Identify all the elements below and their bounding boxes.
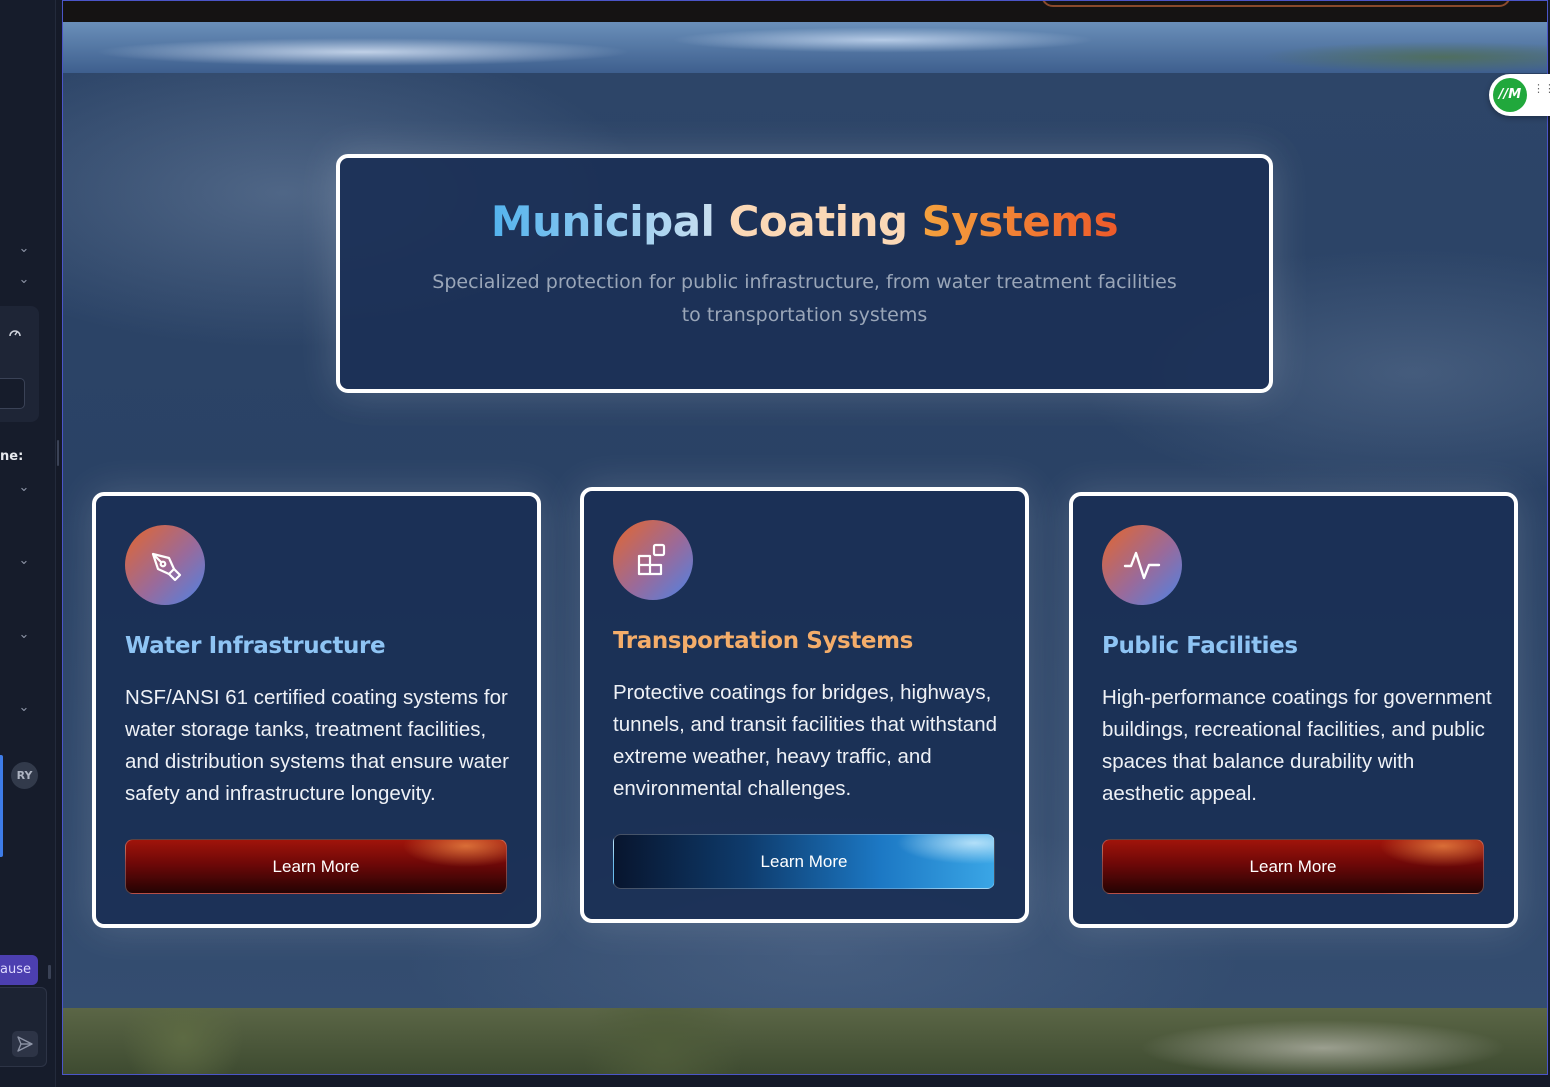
title-word-systems: Systems bbox=[921, 197, 1119, 246]
send-button[interactable] bbox=[12, 1031, 38, 1057]
card-description: High-performance coatings for government… bbox=[1102, 686, 1492, 805]
learn-more-button[interactable]: Learn More bbox=[125, 839, 507, 894]
card-icon-badge bbox=[1102, 525, 1182, 605]
title-word-coating: Coating bbox=[728, 197, 908, 246]
resize-handle[interactable] bbox=[57, 440, 59, 466]
editor-sidebar: ⌄ ⌄ ne: ⌄ ⌄ ⌄ ⌄ RY ause bbox=[0, 0, 56, 1087]
footer-image bbox=[63, 1008, 1547, 1074]
avatar[interactable]: RY bbox=[11, 762, 38, 789]
hero-image bbox=[63, 22, 1547, 73]
site-navbar bbox=[63, 1, 1547, 22]
section-title: Municipal Coating Systems bbox=[340, 196, 1269, 248]
chevron-down-icon[interactable]: ⌄ bbox=[16, 481, 32, 494]
chevron-down-icon[interactable]: ⌄ bbox=[16, 242, 32, 255]
learn-more-button[interactable]: Learn More bbox=[613, 834, 995, 889]
blocks-icon bbox=[637, 543, 666, 576]
chevron-down-icon[interactable]: ⌄ bbox=[16, 554, 32, 567]
chevron-down-icon[interactable]: ⌄ bbox=[16, 273, 32, 286]
activity-icon bbox=[1123, 551, 1161, 580]
floating-widget[interactable]: //M ⋮⋮ bbox=[1489, 74, 1550, 116]
card-public-facilities: Public Facilities High-performance coati… bbox=[1069, 492, 1518, 928]
card-water-infrastructure: Water Infrastructure NSF/ANSI 61 certifi… bbox=[92, 492, 541, 928]
chevron-down-icon[interactable]: ⌄ bbox=[16, 701, 32, 714]
pause-button[interactable]: ause bbox=[0, 955, 38, 985]
municipal-section: Municipal Coating Systems Specialized pr… bbox=[63, 73, 1547, 1008]
card-icon-badge bbox=[125, 525, 205, 605]
card-title: Public Facilities bbox=[1102, 633, 1298, 659]
chevron-down-icon[interactable]: ⌄ bbox=[16, 628, 32, 641]
card-transportation-systems: Transportation Systems Protective coatin… bbox=[580, 487, 1029, 923]
card-description: NSF/ANSI 61 certified coating systems fo… bbox=[125, 686, 509, 805]
card-description: Protective coatings for bridges, highway… bbox=[613, 681, 998, 800]
widget-logo[interactable]: //M bbox=[1493, 78, 1527, 112]
gauge-icon[interactable] bbox=[8, 326, 22, 340]
selection-indicator bbox=[0, 755, 3, 857]
card-title: Transportation Systems bbox=[613, 628, 913, 654]
section-header-card: Municipal Coating Systems Specialized pr… bbox=[336, 154, 1273, 393]
sidebar-label: ne: bbox=[0, 449, 24, 464]
resize-handle[interactable] bbox=[48, 965, 51, 979]
card-title: Water Infrastructure bbox=[125, 633, 386, 659]
title-word-municipal: Municipal bbox=[490, 197, 715, 246]
site-preview: Municipal Coating Systems Specialized pr… bbox=[62, 0, 1548, 1075]
sidebar-input[interactable] bbox=[0, 378, 25, 409]
sidebar-panel bbox=[0, 306, 39, 422]
drag-handle-icon[interactable]: ⋮⋮ bbox=[1533, 83, 1550, 94]
card-icon-badge bbox=[613, 520, 693, 600]
pause-button-label: ause bbox=[0, 962, 31, 977]
nav-pill[interactable] bbox=[1041, 1, 1511, 7]
learn-more-button[interactable]: Learn More bbox=[1102, 839, 1484, 894]
pen-tool-icon bbox=[151, 552, 182, 582]
section-subtitle: Specialized protection for public infras… bbox=[432, 271, 1177, 326]
send-icon bbox=[17, 1036, 33, 1052]
